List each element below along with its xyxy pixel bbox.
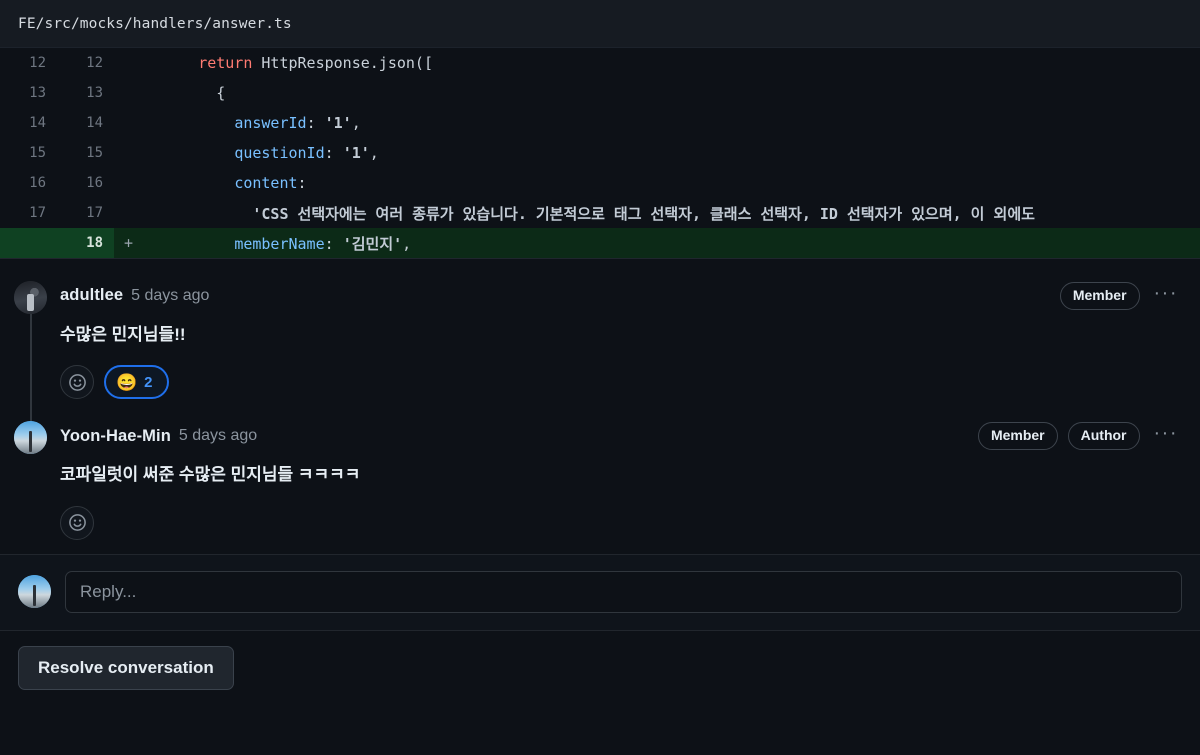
line-number-new: 15	[86, 145, 103, 161]
code-token: ,	[402, 234, 412, 253]
line-number-new: 12	[86, 55, 103, 71]
badge-member: Member	[1059, 282, 1140, 310]
diff-row-context: 15 15 questionId: '1',	[0, 138, 1200, 168]
reaction-bar	[60, 505, 1182, 540]
comment-text: 코파일럿이 써준 수많은 민지님들 ㅋㅋㅋㅋ	[60, 465, 361, 485]
code-token: '1'	[342, 144, 370, 162]
avatar[interactable]	[14, 421, 47, 455]
comment-header-right: Member ···	[1059, 282, 1182, 310]
comment-body: adultlee 5 days ago Member ··· 수많은 민지님들!! 😄 2	[60, 281, 1182, 409]
code-line: 'CSS 선택자에는 여러 종류가 있습니다. 기본적으로 태그 선택자, 클래…	[144, 203, 1035, 224]
comment-timestamp[interactable]: 5 days ago	[179, 427, 257, 445]
code-token: :	[306, 114, 325, 132]
code-token: ,	[351, 114, 361, 132]
comment-header-right: Member Author ···	[977, 422, 1182, 451]
comment-thread: adultlee 5 days ago Member ··· 수많은 민지님들!! 😄 2 Y…	[0, 259, 1200, 554]
add-reaction-icon[interactable]	[60, 365, 94, 400]
comment-author[interactable]: adultlee	[60, 286, 123, 305]
comment: adultlee 5 days ago Member ··· 수많은 민지님들!! 😄 2	[0, 273, 1200, 432]
reply-input[interactable]	[65, 570, 1182, 613]
code-token: memberName	[234, 234, 325, 253]
diff-row-context: 12 12 return HttpResponse.json([	[0, 48, 1200, 78]
line-number-new: 18	[57, 228, 114, 258]
code-line: content:	[144, 174, 307, 192]
line-number-old: 15	[29, 145, 46, 161]
file-header: FE/src/mocks/handlers/answer.ts	[0, 0, 1200, 48]
badge-author: Author	[1067, 422, 1140, 451]
code-token: questionId	[234, 144, 325, 162]
code-token: 'CSS 선택자에는 여러 종류가 있습니다. 기본적으로 태그 선택자, 클래…	[252, 204, 1035, 223]
code-line: answerId: '1',	[144, 114, 361, 132]
code-line: {	[144, 84, 225, 102]
diff-row-context: 13 13 {	[0, 78, 1200, 108]
reaction-pill[interactable]: 😄 2	[104, 365, 169, 400]
code-token: {	[144, 84, 226, 102]
comment: Yoon-Hae-Min 5 days ago Member Author ··· 코파일…	[0, 413, 1200, 553]
comment-header: adultlee 5 days ago Member ···	[60, 282, 1182, 310]
line-number-old: 12	[29, 55, 46, 71]
code-line: memberName: '김민지',	[144, 233, 411, 254]
code-token: return	[198, 54, 253, 72]
comment-header: Yoon-Hae-Min 5 days ago Member Author ···	[60, 422, 1182, 451]
reaction-bar: 😄 2	[60, 365, 1182, 400]
avatar-current-user	[18, 575, 51, 609]
comment-menu-icon[interactable]: ···	[1150, 423, 1182, 448]
file-path: FE/src/mocks/handlers/answer.ts	[18, 15, 292, 32]
line-number-new: 14	[86, 115, 103, 131]
comment-text: 수많은 민지님들!!	[60, 324, 186, 344]
code-line: return HttpResponse.json([	[144, 54, 433, 72]
comment-menu-icon[interactable]: ···	[1150, 283, 1182, 308]
line-number-old: 14	[29, 115, 46, 131]
reply-row	[0, 553, 1200, 630]
diff-row-added: 18 + memberName: '김민지',	[0, 228, 1200, 258]
avatar[interactable]	[14, 281, 47, 314]
code-token: '김민지'	[342, 234, 403, 253]
comment-author[interactable]: Yoon-Hae-Min	[60, 427, 171, 446]
code-token: HttpResponse.json([	[252, 54, 433, 72]
line-number-old: 16	[29, 175, 46, 191]
comment-timestamp[interactable]: 5 days ago	[131, 287, 209, 305]
line-number-old: 17	[29, 205, 46, 221]
diff-row-context: 14 14 answerId: '1',	[0, 108, 1200, 138]
reaction-count: 2	[144, 373, 153, 391]
resolve-conversation-button[interactable]: Resolve conversation	[18, 645, 234, 690]
line-number-new: 17	[86, 205, 103, 221]
code-token: '1'	[324, 114, 352, 132]
code-token: answerId	[234, 114, 307, 132]
diff-code-block: 12 12 return HttpResponse.json([13 13 {14 1…	[0, 48, 1200, 259]
comment-body: Yoon-Hae-Min 5 days ago Member Author ··· 코파일…	[60, 421, 1182, 549]
reaction-emoji: 😄	[116, 372, 138, 392]
line-number-old: 13	[29, 85, 46, 101]
conversation-footer: Resolve conversation	[0, 629, 1200, 705]
line-number-new: 13	[86, 85, 103, 101]
avatar-column	[14, 421, 60, 549]
diff-marker: +	[124, 234, 134, 252]
code-token: :	[297, 174, 307, 192]
line-number-new: 16	[86, 175, 103, 191]
code-token: ,	[369, 144, 379, 162]
line-number-old	[0, 228, 57, 258]
add-reaction-icon[interactable]	[60, 505, 94, 540]
avatar-column	[14, 281, 60, 432]
badge-member: Member	[977, 422, 1058, 451]
code-token: :	[324, 234, 343, 253]
code-line: questionId: '1',	[144, 144, 379, 162]
code-token: :	[324, 144, 343, 162]
diff-row-context: 17 17 'CSS 선택자에는 여러 종류가 있습니다. 기본적으로 태그 선택…	[0, 198, 1200, 228]
code-token: content	[234, 174, 298, 192]
diff-row-context: 16 16 content:	[0, 168, 1200, 198]
